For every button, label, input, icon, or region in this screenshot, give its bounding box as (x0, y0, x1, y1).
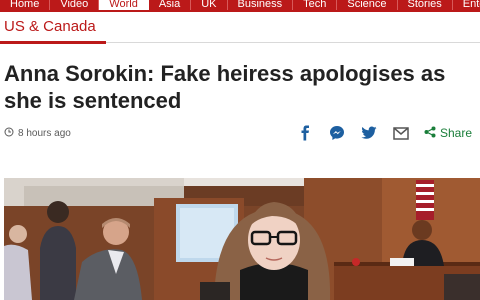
article-meta: 8 hours ago (4, 127, 71, 140)
nav-item-uk[interactable]: UK (191, 0, 228, 10)
facebook-icon[interactable] (296, 124, 314, 142)
nav-item-video[interactable]: Video (50, 0, 100, 10)
share-toolbar: Share (296, 124, 472, 142)
nav-item-entertainment[interactable]: Entertainment (453, 0, 480, 10)
share-icon (424, 126, 436, 141)
nav-item-world[interactable]: World (99, 0, 149, 10)
messenger-icon[interactable] (328, 124, 346, 142)
timestamp: 8 hours ago (18, 128, 71, 139)
share-button[interactable]: Share (424, 126, 472, 141)
nav-item-asia[interactable]: Asia (149, 0, 192, 10)
nav-item-business[interactable]: Business (228, 0, 294, 10)
section-underline (0, 41, 106, 44)
nav-item-stories[interactable]: Stories (398, 0, 453, 10)
top-navigation: Home Video World Asia UK Business Tech S… (0, 0, 480, 12)
article-photo (4, 178, 480, 300)
share-label: Share (439, 126, 472, 140)
nav-item-science[interactable]: Science (337, 0, 398, 10)
article-headline: Anna Sorokin: Fake heiress apologises as… (4, 61, 446, 113)
section-title[interactable]: US & Canada (4, 18, 96, 35)
nav-item-home[interactable]: Home (0, 0, 51, 10)
email-icon[interactable] (392, 124, 410, 142)
twitter-icon[interactable] (360, 124, 378, 142)
section-bar: US & Canada (0, 12, 480, 44)
clock-icon (4, 127, 14, 140)
nav-item-tech[interactable]: Tech (293, 0, 338, 10)
